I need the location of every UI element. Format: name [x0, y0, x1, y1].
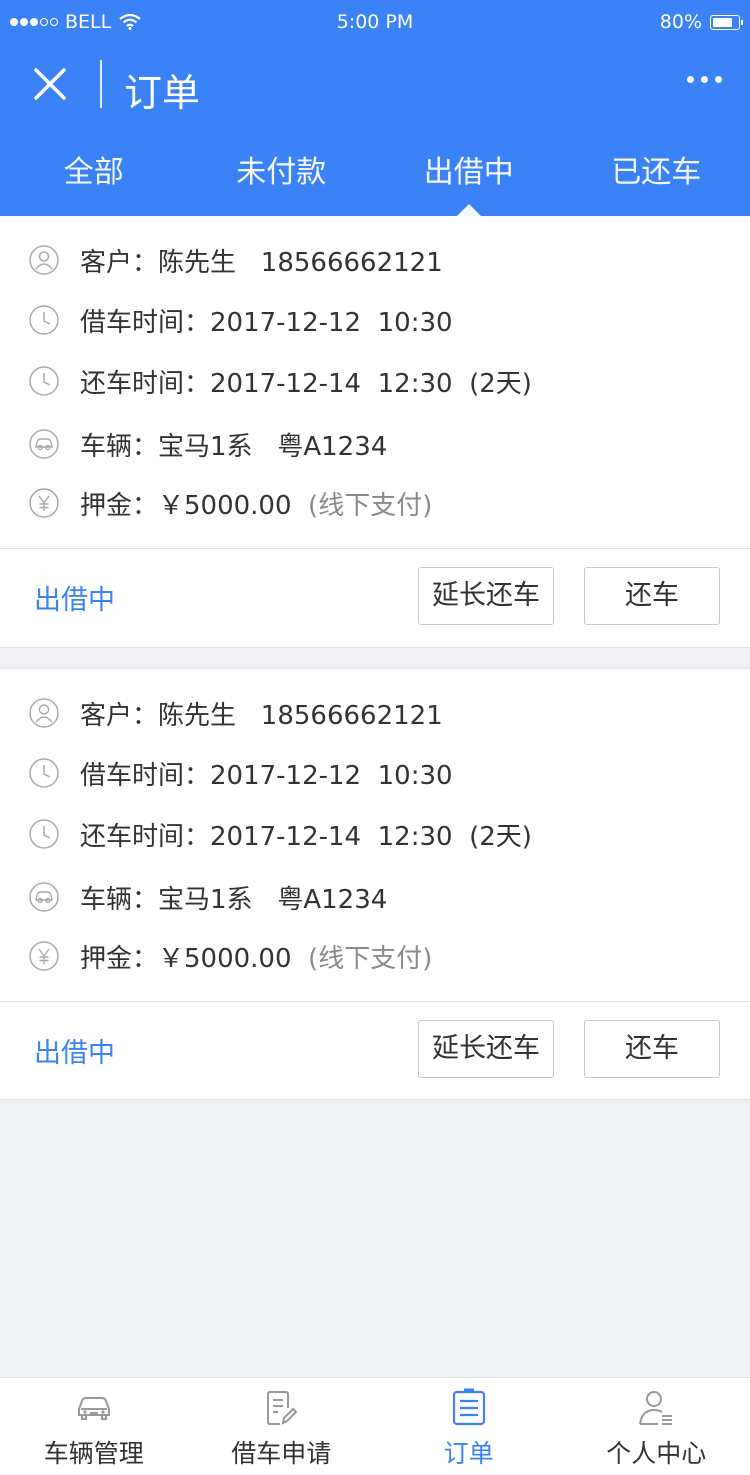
- return-car-button[interactable]: 还车: [584, 567, 720, 625]
- tab-unpaid[interactable]: 未付款: [188, 130, 376, 216]
- edit-doc-icon: [267, 1391, 298, 1425]
- tab-lending[interactable]: 出借中: [375, 130, 563, 216]
- order-list-icon: [452, 1388, 485, 1426]
- status-bar: BELL 5:00 PM 80%: [0, 0, 750, 44]
- extend-return-button[interactable]: 延长还车: [418, 567, 554, 625]
- order-status: 出借中: [34, 585, 115, 616]
- tabbar-label: 个人中心: [606, 1439, 707, 1468]
- user-icon: [29, 245, 59, 275]
- return-time-text: 还车时间：2017-12-14 12:30 (2天): [80, 363, 532, 400]
- battery-level: [713, 17, 733, 27]
- return-time-value: 还车时间：2017-12-14 12:30: [80, 368, 470, 399]
- clock-icon: [29, 819, 59, 849]
- order-card: 客户：陈先生 18566662121 借车时间：2017-12-12 10:30…: [0, 216, 750, 648]
- clock-icon: [29, 758, 59, 788]
- tabbar-item-profile[interactable]: 个人中心: [563, 1378, 750, 1475]
- return-car-button[interactable]: 还车: [584, 1020, 720, 1078]
- return-time-value: 还车时间：2017-12-14 12:30: [80, 821, 470, 852]
- clock-icon: [29, 305, 59, 335]
- deposit-value: 押金：￥5000.00: [80, 943, 309, 974]
- tab-all[interactable]: 全部: [0, 130, 188, 216]
- borrow-time-text: 借车时间：2017-12-12 10:30: [80, 307, 453, 338]
- user-icon: [29, 698, 59, 728]
- yuan-icon: [29, 941, 59, 971]
- tabbar-item-vehicles[interactable]: 车辆管理: [0, 1378, 188, 1475]
- vehicle-text: 车辆：宝马1系 粤A1234: [80, 884, 388, 915]
- order-status: 出借中: [34, 1038, 115, 1069]
- order-tabs: 全部 未付款 出借中 已还车: [0, 130, 750, 216]
- battery-icon: [710, 14, 743, 30]
- battery-percent: 80%: [659, 11, 702, 33]
- extend-return-button[interactable]: 延长还车: [418, 1020, 554, 1078]
- app-header: BELL 5:00 PM 80% 订单 全部 未付款 出借中 已还车: [0, 0, 750, 216]
- car-icon: [29, 429, 59, 459]
- user-profile-icon: [639, 1391, 673, 1425]
- borrow-time-text: 借车时间：2017-12-12 10:30: [80, 760, 453, 791]
- bottom-tab-bar: 车辆管理 借车申请 订单 个人中心: [0, 1377, 750, 1475]
- yuan-icon: [29, 488, 59, 518]
- rental-duration: (2天): [469, 821, 532, 852]
- deposit-text: 押金：￥5000.00 (线下支付): [80, 485, 432, 522]
- status-right: 80%: [659, 11, 743, 33]
- page-title: 订单: [124, 71, 201, 115]
- close-icon[interactable]: [30, 64, 70, 104]
- tabbar-label: 车辆管理: [43, 1439, 144, 1468]
- rental-duration: (2天): [469, 368, 532, 399]
- nav-divider: [100, 60, 102, 108]
- card-divider: [0, 1001, 750, 1002]
- status-time: 5:00 PM: [336, 11, 414, 33]
- deposit-text: 押金：￥5000.00 (线下支付): [80, 938, 432, 975]
- tabbar-label: 借车申请: [231, 1439, 332, 1468]
- car-icon: [29, 882, 59, 912]
- clock-icon: [29, 366, 59, 396]
- customer-text: 客户：陈先生 18566662121: [80, 247, 443, 278]
- return-time-text: 还车时间：2017-12-14 12:30 (2天): [80, 816, 532, 853]
- card-divider: [0, 548, 750, 549]
- vehicle-text: 车辆：宝马1系 粤A1234: [80, 431, 388, 462]
- tabbar-label: 订单: [443, 1439, 494, 1468]
- nav-bar: 订单: [0, 44, 750, 130]
- tab-returned[interactable]: 已还车: [563, 130, 750, 216]
- tabbar-item-borrow-request[interactable]: 借车申请: [188, 1378, 376, 1475]
- customer-text: 客户：陈先生 18566662121: [80, 700, 443, 731]
- order-card: 客户：陈先生 18566662121 借车时间：2017-12-12 10:30…: [0, 668, 750, 1100]
- more-icon[interactable]: [687, 76, 722, 83]
- deposit-value: 押金：￥5000.00: [80, 490, 309, 521]
- deposit-note: (线下支付): [308, 490, 433, 521]
- deposit-note: (线下支付): [308, 943, 433, 974]
- tabbar-item-orders[interactable]: 订单: [375, 1378, 563, 1475]
- car-icon: [77, 1397, 110, 1420]
